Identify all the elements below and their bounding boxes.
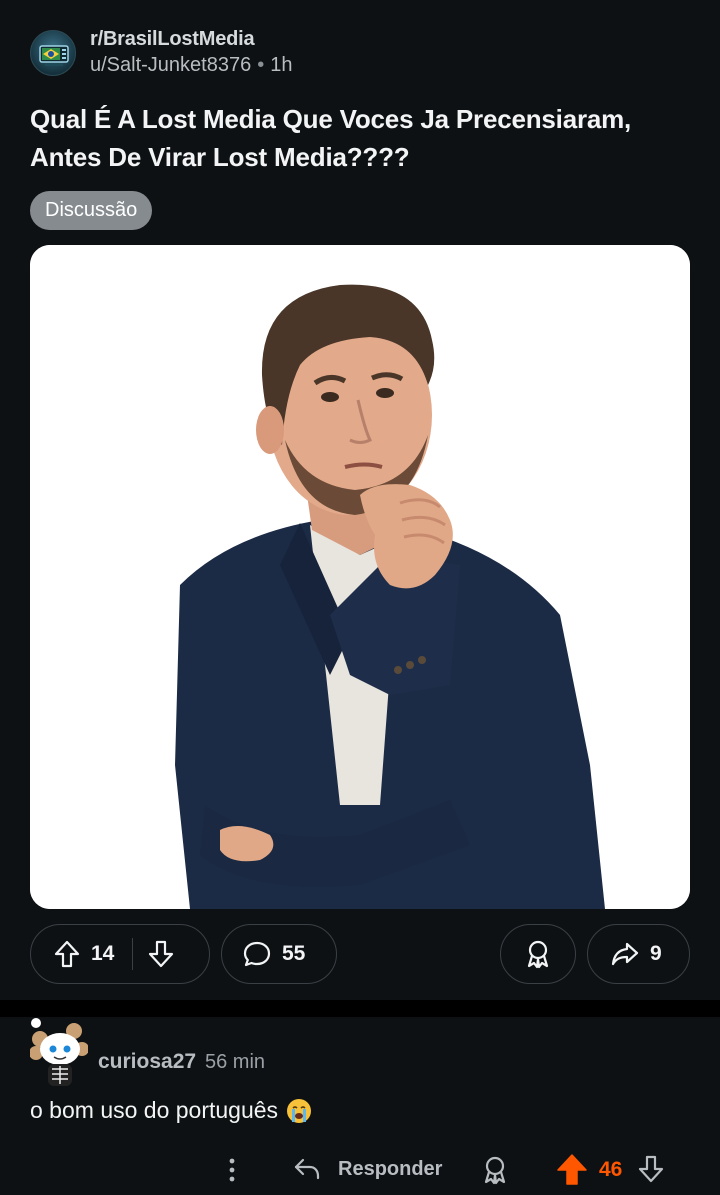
comment-time: 56 min [205, 1051, 266, 1073]
meta-separator: • [257, 54, 265, 76]
comment-downvote-icon[interactable] [637, 1154, 665, 1189]
post-flair[interactable]: Discussão [30, 191, 153, 230]
comment-item: curiosa27 56 min o bom uso do português [0, 1017, 720, 1195]
share-button[interactable]: 9 [587, 924, 690, 984]
vote-control: 14 [30, 924, 210, 984]
downvote-icon[interactable] [147, 939, 175, 969]
comment-award-icon[interactable] [480, 1154, 510, 1191]
post-image[interactable] [30, 245, 690, 909]
comment-score: 46 [599, 1158, 623, 1181]
post-card: r/BrasilLostMedia u/Salt-Junket8376 • 1h Q… [0, 0, 720, 1000]
section-divider [0, 1000, 720, 1017]
thinking-man-photo [30, 245, 690, 909]
share-count: 9 [650, 942, 662, 965]
loudly-crying-face-icon [286, 1098, 312, 1124]
subreddit-avatar[interactable] [30, 30, 76, 76]
comment-author[interactable]: curiosa27 [98, 1050, 196, 1074]
comment-bubble-icon [242, 939, 272, 969]
reply-arrow-icon [294, 1158, 320, 1180]
comment-count: 55 [282, 942, 306, 965]
more-options-icon[interactable] [222, 1154, 242, 1186]
vote-divider [132, 938, 134, 970]
subreddit-name[interactable]: r/BrasilLostMedia [90, 27, 293, 51]
reply-label: Responder [338, 1157, 443, 1180]
commenter-avatar[interactable] [29, 1017, 89, 1089]
share-arrow-icon [610, 940, 640, 968]
post-time: 1h [270, 54, 293, 76]
post-meta: u/Salt-Junket8376 • 1h [90, 51, 293, 79]
comments-button[interactable]: 55 [221, 924, 337, 984]
comment-text: o bom uso do português [30, 1097, 279, 1123]
comment-actions: Responder 46 [0, 1150, 720, 1190]
post-author[interactable]: u/Salt-Junket8376 [90, 54, 251, 76]
post-score: 14 [91, 942, 115, 965]
award-icon [523, 938, 553, 970]
reply-button[interactable]: Responder [292, 1154, 442, 1184]
post-header: r/BrasilLostMedia u/Salt-Junket8376 • 1h [30, 27, 293, 79]
comment-body: o bom uso do português [30, 1097, 312, 1124]
post-actions: 14 55 9 [30, 924, 690, 984]
upvote-icon[interactable] [53, 939, 81, 969]
award-button[interactable] [500, 924, 576, 984]
comment-upvote-icon[interactable] [556, 1153, 588, 1192]
post-title[interactable]: Qual É A Lost Media Que Voces Ja Precens… [30, 100, 700, 176]
